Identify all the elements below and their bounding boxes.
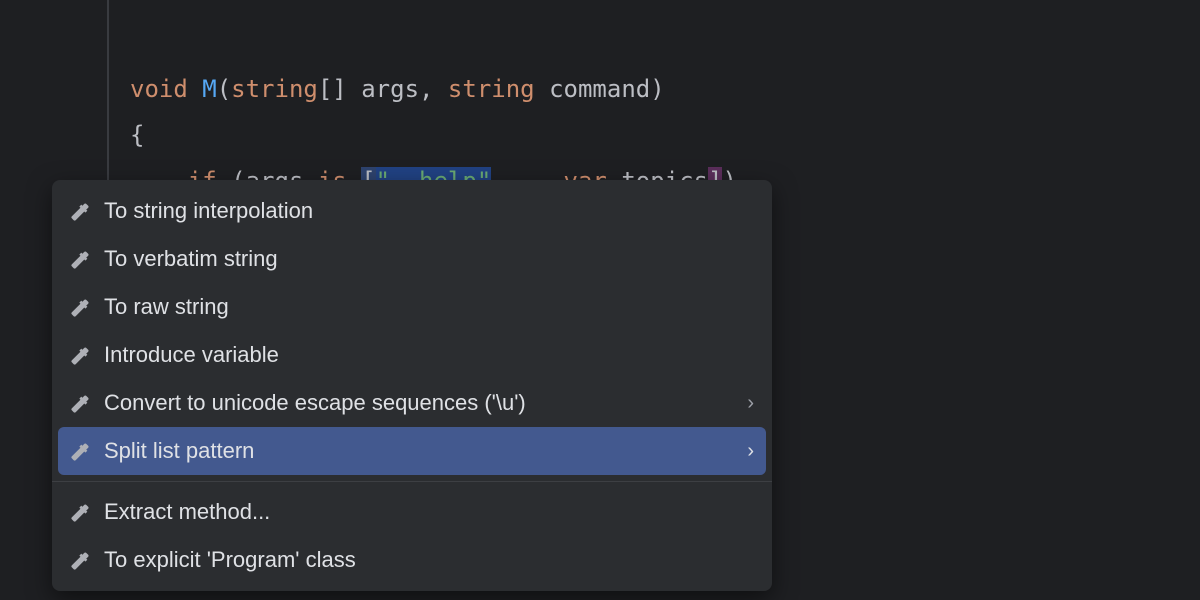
hammer-icon bbox=[70, 549, 92, 571]
menu-item-label: To explicit 'Program' class bbox=[104, 547, 356, 573]
hammer-icon bbox=[70, 344, 92, 366]
brace-open: { bbox=[130, 121, 144, 149]
menu-item-label: Introduce variable bbox=[104, 342, 279, 368]
hammer-icon bbox=[70, 392, 92, 414]
gutter-line bbox=[107, 0, 109, 180]
menu-separator bbox=[52, 481, 772, 482]
context-action-item[interactable]: To explicit 'Program' class bbox=[52, 536, 772, 584]
context-action-item[interactable]: Introduce variable bbox=[52, 331, 772, 379]
menu-item-label: To string interpolation bbox=[104, 198, 313, 224]
menu-item-label: Convert to unicode escape sequences ('\u… bbox=[104, 390, 526, 416]
method-name: M bbox=[202, 75, 216, 103]
context-action-item[interactable]: Convert to unicode escape sequences ('\u… bbox=[52, 379, 772, 427]
context-action-item[interactable]: Split list pattern › bbox=[58, 427, 766, 475]
context-action-item[interactable]: To string interpolation bbox=[52, 187, 772, 235]
context-action-item[interactable]: To raw string bbox=[52, 283, 772, 331]
menu-item-label: Extract method... bbox=[104, 499, 270, 525]
hammer-icon bbox=[70, 248, 92, 270]
chevron-right-icon: › bbox=[747, 392, 754, 415]
keyword-void: void bbox=[130, 75, 188, 103]
type-string: string bbox=[231, 75, 318, 103]
hammer-icon bbox=[70, 200, 92, 222]
hammer-icon bbox=[70, 296, 92, 318]
context-action-item[interactable]: Extract method... bbox=[52, 488, 772, 536]
type-string: string bbox=[448, 75, 535, 103]
menu-item-label: To raw string bbox=[104, 294, 229, 320]
context-action-item[interactable]: To verbatim string bbox=[52, 235, 772, 283]
chevron-right-icon: › bbox=[747, 440, 754, 463]
menu-item-label: To verbatim string bbox=[104, 246, 278, 272]
menu-item-label: Split list pattern bbox=[104, 438, 254, 464]
context-actions-popup: To string interpolation To verbatim strin… bbox=[52, 180, 772, 591]
hammer-icon bbox=[70, 501, 92, 523]
hammer-icon bbox=[70, 440, 92, 462]
code-editor[interactable]: void M(string[] args, string command) { … bbox=[130, 20, 737, 204]
